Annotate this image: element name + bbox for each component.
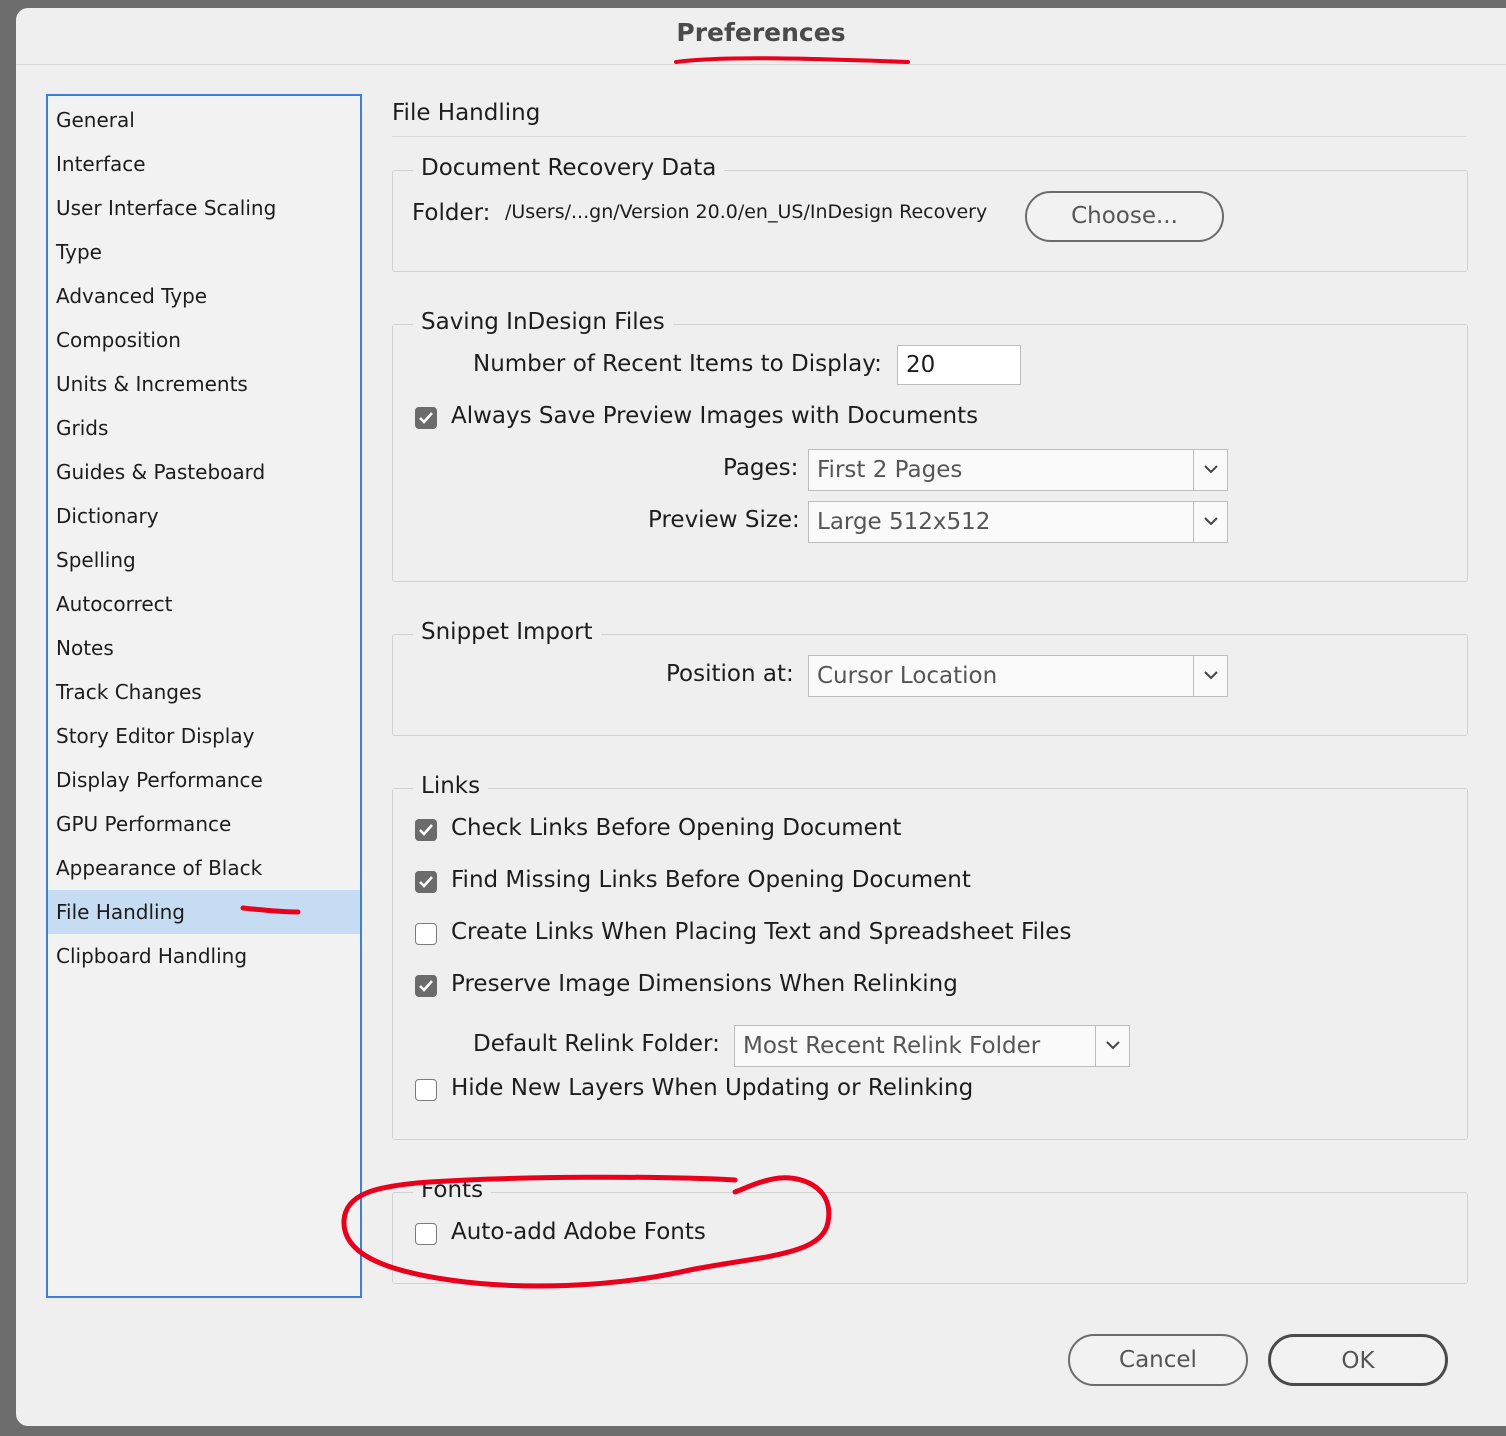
- checkbox-checked-icon[interactable]: [415, 407, 437, 429]
- always-save-preview-label: Always Save Preview Images with Document…: [451, 403, 979, 429]
- find-missing-links-label: Find Missing Links Before Opening Docume…: [451, 867, 971, 893]
- sidebar-item-story-editor-display[interactable]: Story Editor Display: [48, 714, 360, 758]
- relink-folder-label: Default Relink Folder:: [473, 1031, 720, 1057]
- checkbox-unchecked-icon[interactable]: [415, 923, 437, 945]
- folder-label: Folder:: [412, 200, 491, 226]
- auto-add-fonts-label: Auto-add Adobe Fonts: [451, 1219, 706, 1245]
- title-bar: Preferences: [16, 8, 1506, 65]
- sidebar-item-autocorrect[interactable]: Autocorrect: [48, 582, 360, 626]
- create-links-label: Create Links When Placing Text and Sprea…: [451, 919, 1072, 945]
- panel-divider: [392, 136, 1467, 137]
- chevron-down-icon[interactable]: [1193, 450, 1227, 490]
- preview-size-select[interactable]: Large 512x512: [808, 501, 1228, 543]
- position-at-select-value: Cursor Location: [817, 663, 998, 689]
- snippet-legend: Snippet Import: [413, 619, 601, 645]
- sidebar-item-composition[interactable]: Composition: [48, 318, 360, 362]
- links-legend: Links: [413, 773, 489, 799]
- fonts-group: Fonts Auto-add Adobe Fonts: [392, 1177, 1468, 1284]
- saving-group: Saving InDesign Files Number of Recent I…: [392, 309, 1468, 582]
- checkbox-unchecked-icon[interactable]: [415, 1079, 437, 1101]
- recent-items-label: Number of Recent Items to Display:: [473, 351, 882, 377]
- sidebar-item-interface[interactable]: Interface: [48, 142, 360, 186]
- relink-folder-select-value: Most Recent Relink Folder: [743, 1033, 1041, 1059]
- cancel-button[interactable]: Cancel: [1068, 1334, 1248, 1386]
- preview-size-select-value: Large 512x512: [817, 509, 991, 535]
- sidebar-item-guides-pasteboard[interactable]: Guides & Pasteboard: [48, 450, 360, 494]
- sidebar-item-file-handling[interactable]: File Handling: [48, 890, 360, 934]
- preview-size-label: Preview Size:: [648, 507, 800, 533]
- recovery-legend: Document Recovery Data: [413, 155, 725, 181]
- chevron-down-icon[interactable]: [1193, 502, 1227, 542]
- sidebar-item-units-increments[interactable]: Units & Increments: [48, 362, 360, 406]
- sidebar-item-grids[interactable]: Grids: [48, 406, 360, 450]
- preferences-window: Preferences General Interface User Inter…: [16, 8, 1506, 1426]
- chevron-down-icon[interactable]: [1095, 1026, 1129, 1066]
- links-group: Links Check Links Before Opening Documen…: [392, 773, 1468, 1140]
- sidebar-item-spelling[interactable]: Spelling: [48, 538, 360, 582]
- pages-label: Pages:: [723, 455, 799, 481]
- choose-button[interactable]: Choose...: [1025, 191, 1224, 242]
- recovery-group: Document Recovery Data Folder: /Users/..…: [392, 155, 1468, 272]
- sidebar-item-advanced-type[interactable]: Advanced Type: [48, 274, 360, 318]
- pages-select[interactable]: First 2 Pages: [808, 449, 1228, 491]
- checkbox-checked-icon[interactable]: [415, 819, 437, 841]
- position-at-label: Position at:: [666, 661, 794, 687]
- preserve-dimensions-label: Preserve Image Dimensions When Relinking: [451, 971, 958, 997]
- sidebar-item-dictionary[interactable]: Dictionary: [48, 494, 360, 538]
- position-at-select[interactable]: Cursor Location: [808, 655, 1228, 697]
- sidebar-item-type[interactable]: Type: [48, 230, 360, 274]
- relink-folder-select[interactable]: Most Recent Relink Folder: [734, 1025, 1130, 1067]
- recent-items-input[interactable]: 20: [897, 345, 1021, 385]
- checkbox-unchecked-icon[interactable]: [415, 1223, 437, 1245]
- checkbox-checked-icon[interactable]: [415, 871, 437, 893]
- saving-legend: Saving InDesign Files: [413, 309, 673, 335]
- sidebar-item-clipboard-handling[interactable]: Clipboard Handling: [48, 934, 360, 978]
- check-links-label: Check Links Before Opening Document: [451, 815, 902, 841]
- fonts-legend: Fonts: [413, 1177, 492, 1203]
- folder-path: /Users/...gn/Version 20.0/en_US/InDesign…: [505, 201, 988, 223]
- pages-select-value: First 2 Pages: [817, 457, 963, 483]
- ok-button[interactable]: OK: [1268, 1334, 1448, 1386]
- sidebar-item-general[interactable]: General: [48, 98, 360, 142]
- sidebar-item-ui-scaling[interactable]: User Interface Scaling: [48, 186, 360, 230]
- preferences-sidebar: General Interface User Interface Scaling…: [46, 94, 362, 1298]
- sidebar-item-display-performance[interactable]: Display Performance: [48, 758, 360, 802]
- sidebar-item-track-changes[interactable]: Track Changes: [48, 670, 360, 714]
- sidebar-item-notes[interactable]: Notes: [48, 626, 360, 670]
- sidebar-item-appearance-of-black[interactable]: Appearance of Black: [48, 846, 360, 890]
- hide-new-layers-label: Hide New Layers When Updating or Relinki…: [451, 1075, 974, 1101]
- window-title: Preferences: [676, 18, 846, 47]
- snippet-group: Snippet Import Position at: Cursor Locat…: [392, 619, 1468, 736]
- chevron-down-icon[interactable]: [1193, 656, 1227, 696]
- sidebar-item-gpu-performance[interactable]: GPU Performance: [48, 802, 360, 846]
- checkbox-checked-icon[interactable]: [415, 975, 437, 997]
- panel-title: File Handling: [392, 100, 541, 126]
